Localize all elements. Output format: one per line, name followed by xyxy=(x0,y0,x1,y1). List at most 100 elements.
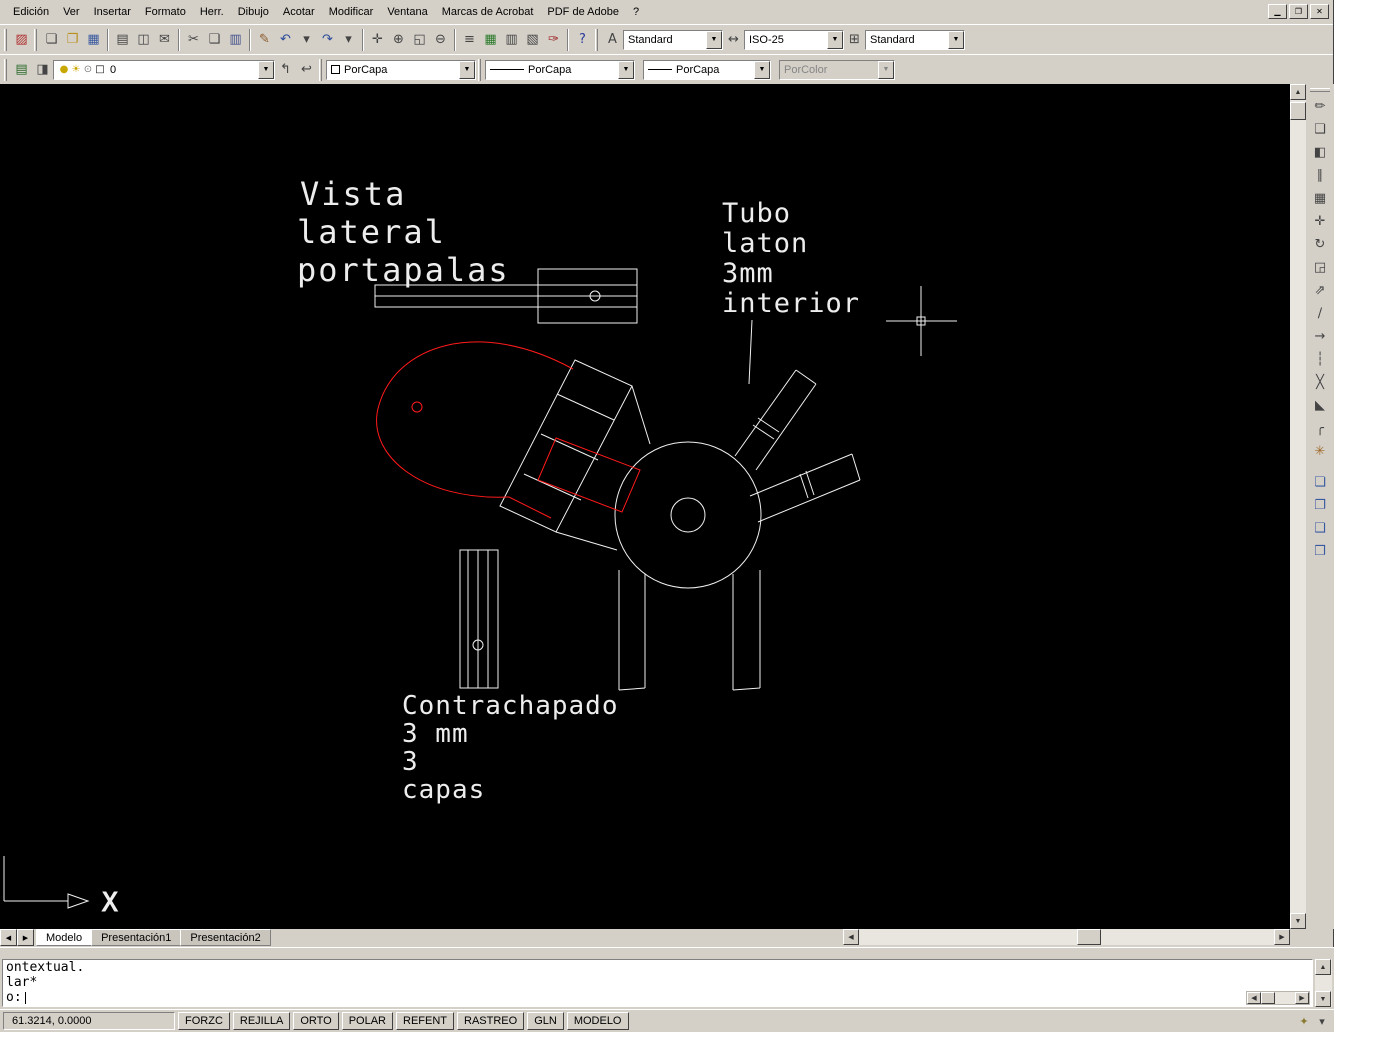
pan-realtime-icon[interactable]: ✛ xyxy=(367,29,388,50)
redo-icon[interactable]: ↷ xyxy=(317,29,338,50)
sheetset-manager-icon[interactable]: ▧ xyxy=(522,29,543,50)
polar-button[interactable]: POLAR xyxy=(341,1012,393,1030)
dropdown-arrow-icon[interactable]: ▼ xyxy=(258,60,274,79)
drawing-viewport[interactable]: X Vista lateral portapalas Tubo laton 3m… xyxy=(0,84,1290,929)
dropdown-arrow-icon[interactable]: ▼ xyxy=(827,30,843,49)
command-window-resize-bar[interactable] xyxy=(0,947,1334,957)
menu-modificar[interactable]: Modificar xyxy=(322,2,381,22)
undo-icon[interactable]: ↶ xyxy=(275,29,296,50)
send-under-icon[interactable]: ❒ xyxy=(1310,540,1331,563)
scroll-up-button[interactable]: ▲ xyxy=(1315,959,1331,975)
table-style-combo[interactable]: Standard ▼ xyxy=(865,29,965,50)
layer-previous-icon[interactable]: ↩ xyxy=(296,59,317,80)
zoom-window-icon[interactable]: ◱ xyxy=(409,29,430,50)
command-history[interactable]: ontextual. lar* o: xyxy=(2,959,1313,1007)
paste-icon[interactable]: ▥ xyxy=(225,29,246,50)
tab-presentacion2[interactable]: Presentación2 xyxy=(180,929,271,946)
dropdown-arrow-icon[interactable]: ▼ xyxy=(948,30,964,49)
scroll-down-button[interactable]: ▼ xyxy=(1315,991,1331,1007)
model-space-canvas[interactable]: X Vista lateral portapalas Tubo laton 3m… xyxy=(0,84,1290,929)
explode-icon[interactable]: ✳ xyxy=(1310,440,1331,463)
plot-preview-icon[interactable]: ◫ xyxy=(133,29,154,50)
restore-button[interactable]: ❐ xyxy=(1289,4,1308,19)
rotate-icon[interactable]: ↻ xyxy=(1310,233,1331,256)
layer-properties-icon[interactable]: ▤ xyxy=(11,59,32,80)
menu-marcas-de-acrobat[interactable]: Marcas de Acrobat xyxy=(435,2,541,22)
scroll-left-button[interactable]: ◀ xyxy=(843,929,859,945)
toolbar-grip[interactable] xyxy=(1310,88,1330,92)
trim-icon[interactable]: ∕ xyxy=(1310,302,1331,325)
menu-ventana[interactable]: Ventana xyxy=(380,2,434,22)
text-style-icon[interactable]: A xyxy=(602,29,623,50)
copy-object-icon[interactable]: ❑ xyxy=(1310,118,1331,141)
tool-palettes-icon[interactable]: ▥ xyxy=(501,29,522,50)
extend-icon[interactable]: → xyxy=(1310,325,1331,348)
layer-states-icon[interactable]: ◨ xyxy=(32,59,53,80)
properties-icon[interactable]: ≡ xyxy=(459,29,480,50)
help-icon[interactable]: ? xyxy=(572,29,593,50)
linetype-combo[interactable]: PorCapa ▼ xyxy=(485,59,635,80)
canvas-horizontal-scrollbar[interactable]: ◀ ▶ xyxy=(843,929,1290,945)
send-to-back-icon[interactable]: ❐ xyxy=(1310,494,1331,517)
toolbar-grip[interactable] xyxy=(319,58,322,81)
break-at-point-icon[interactable]: ┆ xyxy=(1310,348,1331,371)
menu-ayuda[interactable]: ? xyxy=(626,2,646,22)
redo-history-arrow-icon[interactable]: ▾ xyxy=(338,29,359,50)
designcenter-icon[interactable]: ▦ xyxy=(480,29,501,50)
toolbar-grip[interactable] xyxy=(478,58,481,81)
command-horizontal-scrollbar[interactable]: ◀ ▶ xyxy=(1246,991,1310,1005)
scroll-track[interactable] xyxy=(1290,120,1306,913)
dropdown-arrow-icon[interactable]: ▼ xyxy=(618,60,634,79)
horizontal-scroll-thumb[interactable] xyxy=(1077,929,1101,945)
stretch-icon[interactable]: ⇗ xyxy=(1310,279,1331,302)
table-style-icon[interactable]: ⊞ xyxy=(844,29,865,50)
vertical-scroll-thumb[interactable] xyxy=(1290,102,1306,120)
match-properties-icon[interactable]: ✎ xyxy=(254,29,275,50)
rastreo-button[interactable]: RASTREO xyxy=(457,1012,525,1030)
toolbar-grip[interactable] xyxy=(4,58,7,81)
plot-icon[interactable]: ▤ xyxy=(112,29,133,50)
command-vertical-scrollbar[interactable]: ▲ ▼ xyxy=(1315,959,1332,1007)
horizontal-scroll-thumb[interactable] xyxy=(1261,992,1275,1004)
move-icon[interactable]: ✛ xyxy=(1310,210,1331,233)
scroll-right-button[interactable]: ▶ xyxy=(1274,929,1290,945)
tab-nav-prev-button[interactable]: ◀ xyxy=(0,929,17,946)
copy-icon[interactable]: ❑ xyxy=(204,29,225,50)
modelo-button[interactable]: MODELO xyxy=(566,1012,629,1030)
dropdown-arrow-icon[interactable]: ▼ xyxy=(706,30,722,49)
open-icon[interactable]: ❐ xyxy=(62,29,83,50)
communication-center-icon[interactable]: ✦ xyxy=(1295,1012,1313,1030)
menu-dibujo[interactable]: Dibujo xyxy=(231,2,276,22)
menu-acotar[interactable]: Acotar xyxy=(276,2,322,22)
text-style-combo[interactable]: Standard ▼ xyxy=(623,29,723,50)
dim-style-icon[interactable]: ↔ xyxy=(723,29,744,50)
new-icon[interactable]: ❏ xyxy=(41,29,62,50)
lineweight-combo[interactable]: PorCapa ▼ xyxy=(643,59,771,80)
save-icon[interactable]: ▦ xyxy=(83,29,104,50)
close-button[interactable]: ✕ xyxy=(1310,4,1329,19)
array-icon[interactable]: ▦ xyxy=(1310,187,1331,210)
markup-icon[interactable]: ✑ xyxy=(543,29,564,50)
erase-icon[interactable]: ✏ xyxy=(1310,95,1331,118)
dropdown-arrow-icon[interactable]: ▼ xyxy=(754,60,770,79)
menu-edicion[interactable]: Edición xyxy=(6,2,56,22)
dim-style-combo[interactable]: ISO-25 ▼ xyxy=(744,29,844,50)
tab-nav-next-button[interactable]: ▶ xyxy=(17,929,34,946)
dropdown-arrow-icon[interactable]: ▼ xyxy=(459,60,475,79)
menu-herr[interactable]: Herr. xyxy=(193,2,231,22)
orto-button[interactable]: ORTO xyxy=(293,1012,339,1030)
command-prompt[interactable]: o: xyxy=(6,990,1312,1005)
toolbar-grip[interactable] xyxy=(595,28,598,51)
minimize-button[interactable]: ▁ xyxy=(1268,4,1287,19)
scroll-left-button[interactable]: ◀ xyxy=(1247,992,1261,1004)
menu-insertar[interactable]: Insertar xyxy=(87,2,138,22)
zoom-realtime-icon[interactable]: ⊕ xyxy=(388,29,409,50)
tray-arrow-icon[interactable]: ▾ xyxy=(1313,1012,1331,1030)
bring-above-icon[interactable]: ❑ xyxy=(1310,517,1331,540)
menu-ver[interactable]: Ver xyxy=(56,2,87,22)
scroll-up-button[interactable]: ▲ xyxy=(1290,84,1306,100)
mirror-icon[interactable]: ◧ xyxy=(1310,141,1331,164)
toolbar-grip[interactable] xyxy=(4,28,7,51)
rejilla-button[interactable]: REJILLA xyxy=(232,1012,291,1030)
forzc-button[interactable]: FORZC xyxy=(178,1012,230,1030)
